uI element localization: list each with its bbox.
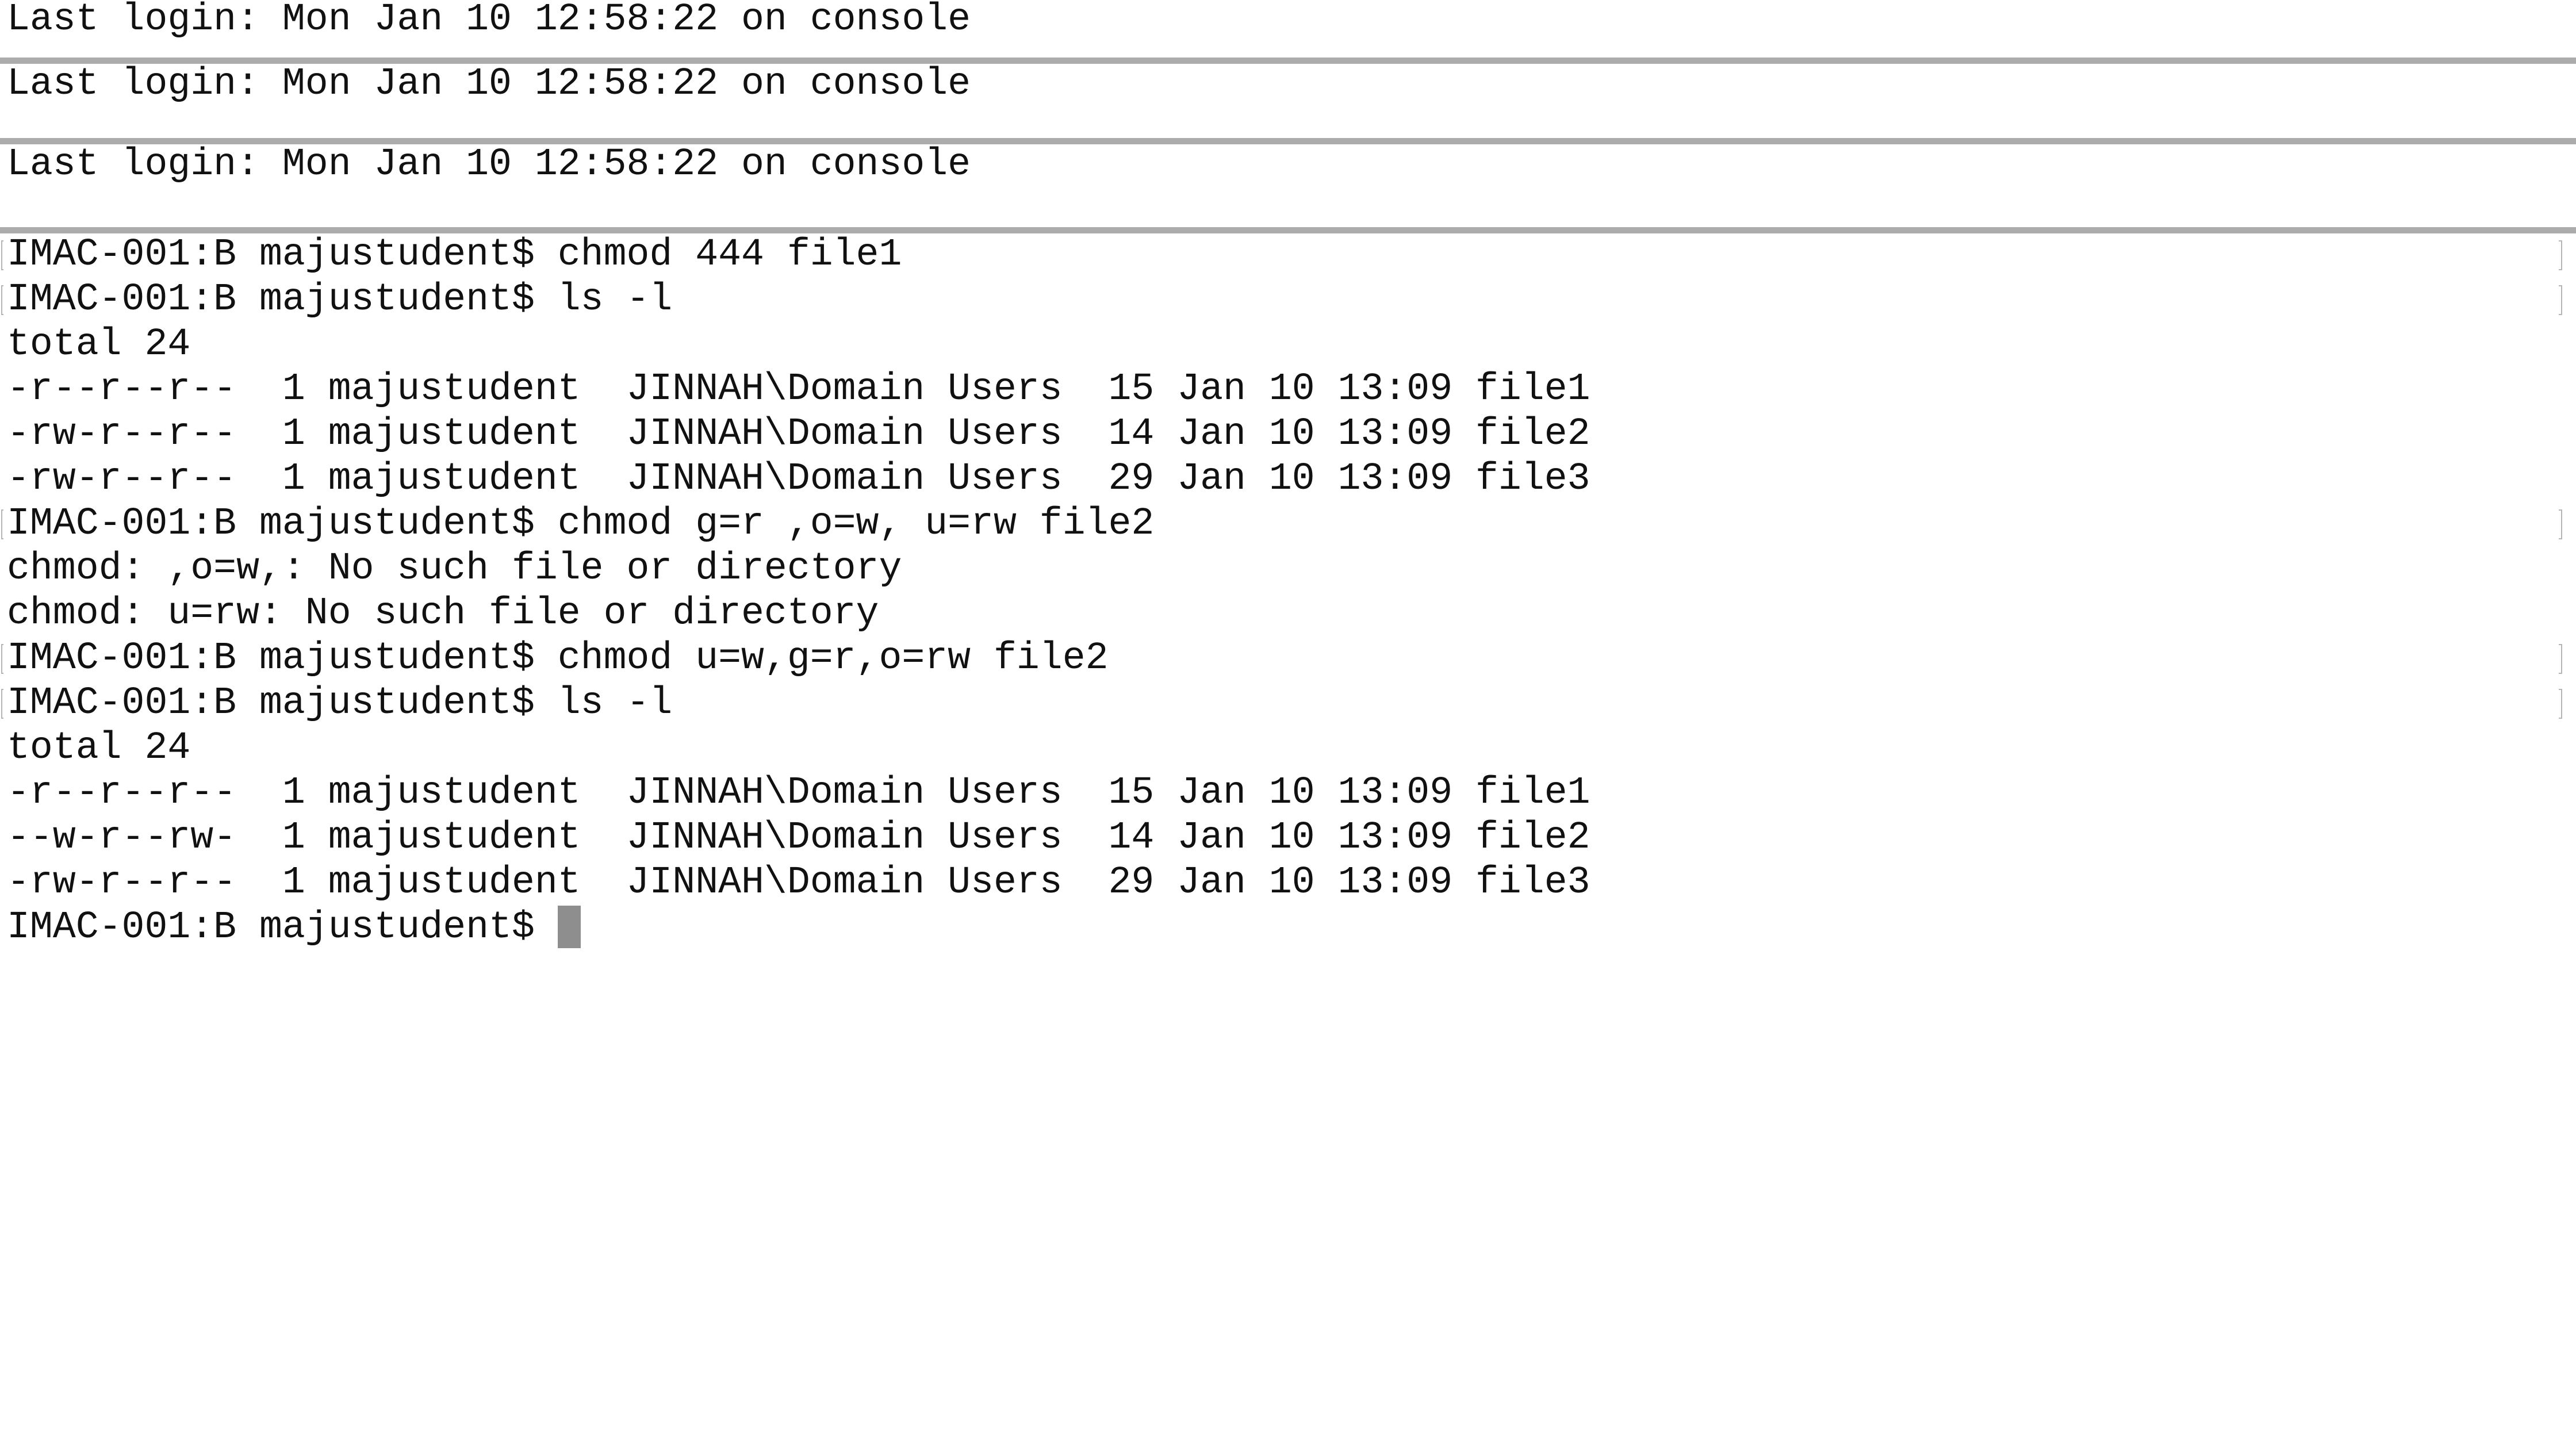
mark-bracket-left-icon	[1, 285, 3, 315]
output-line: -r--r--r-- 1 majustudent JINNAH\Domain U…	[0, 367, 2576, 412]
mark-bracket-left-icon	[1, 644, 3, 674]
line-text: chmod: ,o=w,: No such file or directory	[7, 547, 902, 590]
line-text: IMAC-001:B majustudent$ ls -l	[7, 681, 673, 724]
mark-bracket-left-icon	[1, 689, 3, 719]
output-line: chmod: ,o=w,: No such file or directory	[0, 546, 2576, 591]
output-line: -rw-r--r-- 1 majustudent JINNAH\Domain U…	[0, 412, 2576, 457]
line-text: -rw-r--r-- 1 majustudent JINNAH\Domain U…	[7, 861, 1590, 904]
output-line: total 24	[0, 726, 2576, 770]
line-text: total 24	[7, 323, 191, 366]
mark-bracket-right-icon	[2559, 240, 2562, 270]
line-text: -r--r--r-- 1 majustudent JINNAH\Domain U…	[7, 367, 1590, 411]
mark-bracket-right-icon	[2559, 644, 2562, 674]
output-line: total 24	[0, 322, 2576, 367]
line-text: IMAC-001:B majustudent$ chmod u=w,g=r,o=…	[7, 637, 1109, 680]
terminal-line: Last login: Mon Jan 10 12:58:22 on conso…	[7, 144, 971, 186]
output-line: chmod: u=rw: No such file or directory	[0, 591, 2576, 636]
output-line: -rw-r--r-- 1 majustudent JINNAH\Domain U…	[0, 457, 2576, 501]
line-text: IMAC-001:B majustudent$ ls -l	[7, 278, 673, 321]
terminal-line: Last login: Mon Jan 10 12:58:22 on conso…	[7, 64, 971, 105]
output-line: -rw-r--r-- 1 majustudent JINNAH\Domain U…	[0, 860, 2576, 905]
line-text: -rw-r--r-- 1 majustudent JINNAH\Domain U…	[7, 457, 1590, 500]
mark-bracket-right-icon	[2559, 689, 2562, 719]
terminal-pane-3[interactable]: Last login: Mon Jan 10 12:58:22 on conso…	[0, 144, 2576, 227]
output-line: --w-r--rw- 1 majustudent JINNAH\Domain U…	[0, 815, 2576, 860]
line-text: IMAC-001:B majustudent$ chmod g=r ,o=w, …	[7, 502, 1155, 545]
command-line: IMAC-001:B majustudent$ ls -l	[0, 277, 2576, 322]
line-text: IMAC-001:B majustudent$ chmod 444 file1	[7, 233, 902, 276]
line-text: chmod: u=rw: No such file or directory	[7, 592, 879, 635]
split-divider[interactable]	[0, 227, 2576, 233]
command-line: IMAC-001:B majustudent$ chmod u=w,g=r,o=…	[0, 636, 2576, 681]
output-line: -r--r--r-- 1 majustudent JINNAH\Domain U…	[0, 770, 2576, 815]
command-line: IMAC-001:B majustudent$ chmod g=r ,o=w, …	[0, 501, 2576, 546]
terminal-pane-1[interactable]: Last login: Mon Jan 10 12:58:22 on conso…	[0, 0, 2576, 57]
command-line: IMAC-001:B majustudent$ chmod 444 file1	[0, 233, 2576, 277]
split-divider[interactable]	[0, 138, 2576, 144]
mark-bracket-left-icon	[1, 240, 3, 270]
split-divider[interactable]	[0, 57, 2576, 64]
line-text: --w-r--rw- 1 majustudent JINNAH\Domain U…	[7, 816, 1590, 859]
prompt-text: IMAC-001:B majustudent$	[7, 906, 558, 949]
mark-bracket-right-icon	[2559, 509, 2562, 539]
line-text: -r--r--r-- 1 majustudent JINNAH\Domain U…	[7, 771, 1590, 814]
terminal-output: IMAC-001:B majustudent$ chmod 444 file1 I…	[0, 233, 2576, 905]
mark-bracket-left-icon	[1, 509, 3, 539]
line-text: -rw-r--r-- 1 majustudent JINNAH\Domain U…	[7, 412, 1590, 455]
terminal-prompt-line[interactable]: IMAC-001:B majustudent$	[0, 905, 2576, 950]
text-cursor	[557, 906, 581, 949]
terminal-pane-2[interactable]: Last login: Mon Jan 10 12:58:22 on conso…	[0, 64, 2576, 138]
terminal-line: Last login: Mon Jan 10 12:58:22 on conso…	[7, 0, 971, 41]
line-text: total 24	[7, 726, 191, 769]
command-line: IMAC-001:B majustudent$ ls -l	[0, 681, 2576, 726]
mark-bracket-right-icon	[2559, 285, 2562, 315]
terminal-pane-main[interactable]: IMAC-001:B majustudent$ chmod 444 file1 I…	[0, 233, 2576, 1449]
